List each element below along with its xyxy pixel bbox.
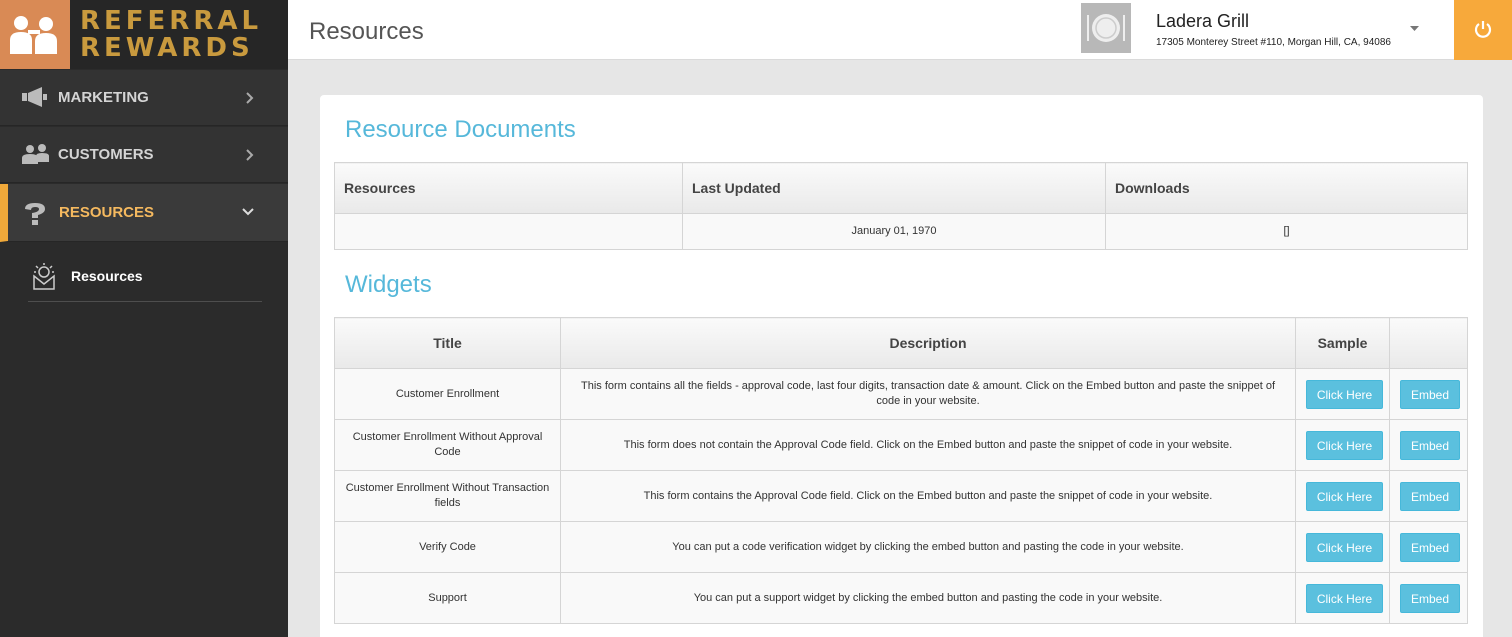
embed-button[interactable]: Embed — [1400, 583, 1460, 613]
resources-card: Resource Documents Resources Last Update… — [320, 95, 1483, 637]
venue-avatar[interactable] — [1081, 3, 1131, 53]
embed-button[interactable]: Embed — [1400, 430, 1460, 460]
sidebar-item-label: CUSTOMERS — [58, 146, 154, 163]
click-here-button[interactable]: Click Here — [1306, 430, 1383, 460]
brand-name: REFERRAL REWARDS — [80, 6, 263, 63]
embed-cell: Embed — [1389, 368, 1468, 420]
table-row: Support You can put a support widget by … — [334, 572, 1468, 624]
downloads-cell: [] — [1105, 213, 1468, 250]
table-header-row: Resources Last Updated Downloads — [334, 162, 1468, 214]
table-row: Customer Enrollment Without Transaction … — [334, 470, 1468, 522]
section-title-widgets: Widgets — [345, 271, 432, 298]
sample-cell: Click Here — [1295, 419, 1390, 471]
brand-badge — [0, 0, 70, 69]
click-here-button[interactable]: Click Here — [1306, 583, 1383, 613]
table-row: Customer Enrollment Without Approval Cod… — [334, 419, 1468, 471]
widget-title-cell: Customer Enrollment Without Approval Cod… — [334, 419, 561, 471]
column-header: Resources — [334, 162, 683, 214]
click-here-button[interactable]: Click Here — [1306, 481, 1383, 511]
page-title: Resources — [309, 18, 424, 45]
sidebar-item-label: MARKETING — [58, 89, 149, 106]
widget-title-cell: Support — [334, 572, 561, 624]
column-header: Downloads — [1105, 162, 1468, 214]
sidebar-subitem-resources[interactable]: Resources — [28, 250, 262, 302]
embed-cell: Embed — [1389, 572, 1468, 624]
table-row: Customer Enrollment This form contains a… — [334, 368, 1468, 420]
chevron-right-icon — [246, 92, 254, 104]
sample-cell: Click Here — [1295, 368, 1390, 420]
widget-title-cell: Customer Enrollment — [334, 368, 561, 420]
sidebar-subitem-label: Resources — [71, 268, 143, 284]
logout-button[interactable] — [1454, 0, 1512, 60]
chevron-down-icon — [242, 208, 254, 216]
embed-button[interactable]: Embed — [1400, 481, 1460, 511]
widget-description-cell: This form contains the Approval Code fie… — [560, 470, 1296, 522]
column-header: Title — [334, 317, 561, 369]
table-row: January 01, 1970 [] — [334, 213, 1468, 250]
brand-logo[interactable]: REFERRAL REWARDS — [0, 0, 288, 69]
users-icon — [22, 144, 49, 164]
chevron-right-icon — [246, 149, 254, 161]
power-icon — [1474, 21, 1492, 38]
venue-address: 17305 Monterey Street #110, Morgan Hill,… — [1156, 37, 1391, 48]
click-here-button[interactable]: Click Here — [1306, 379, 1383, 409]
sample-cell: Click Here — [1295, 521, 1390, 573]
venue-name: Ladera Grill — [1156, 11, 1250, 31]
last-updated-cell: January 01, 1970 — [682, 213, 1106, 250]
sample-cell: Click Here — [1295, 470, 1390, 522]
sidebar: REFERRAL REWARDS MARKETING CUSTOMERS RES… — [0, 0, 288, 637]
widgets-table: Title Description Sample Customer Enroll… — [334, 317, 1468, 624]
lightbulb-icon — [33, 263, 55, 290]
caret-down-icon[interactable] — [1410, 26, 1419, 32]
plate-cutlery-icon — [1087, 14, 1125, 42]
embed-cell: Embed — [1389, 419, 1468, 471]
widget-title-cell: Verify Code — [334, 521, 561, 573]
widget-description-cell: This form does not contain the Approval … — [560, 419, 1296, 471]
megaphone-icon — [22, 87, 47, 107]
embed-button[interactable]: Embed — [1400, 379, 1460, 409]
widget-description-cell: You can put a support widget by clicking… — [560, 572, 1296, 624]
column-header: Last Updated — [682, 162, 1106, 214]
resource-cell — [334, 213, 683, 250]
sidebar-item-marketing[interactable]: MARKETING — [0, 70, 288, 126]
table-header-row: Title Description Sample — [334, 317, 1468, 369]
embed-cell: Embed — [1389, 470, 1468, 522]
sidebar-item-label: RESOURCES — [59, 204, 155, 221]
sample-cell: Click Here — [1295, 572, 1390, 624]
sidebar-item-resources[interactable]: RESOURCES — [0, 184, 288, 242]
embed-button[interactable]: Embed — [1400, 532, 1460, 562]
question-icon — [25, 203, 45, 225]
sidebar-item-customers[interactable]: CUSTOMERS — [0, 127, 288, 183]
click-here-button[interactable]: Click Here — [1306, 532, 1383, 562]
widget-description-cell: This form contains all the fields - appr… — [560, 368, 1296, 420]
referral-people-icon — [10, 16, 57, 54]
section-title-documents: Resource Documents — [345, 116, 576, 143]
embed-cell: Embed — [1389, 521, 1468, 573]
widget-description-cell: You can put a code verification widget b… — [560, 521, 1296, 573]
table-row: Verify Code You can put a code verificat… — [334, 521, 1468, 573]
top-header: Resources Ladera Grill 17305 Monterey St… — [288, 0, 1512, 60]
column-header: Description — [560, 317, 1296, 369]
column-header — [1389, 317, 1468, 369]
documents-table: Resources Last Updated Downloads January… — [334, 162, 1468, 250]
widget-title-cell: Customer Enrollment Without Transaction … — [334, 470, 561, 522]
column-header: Sample — [1295, 317, 1390, 369]
